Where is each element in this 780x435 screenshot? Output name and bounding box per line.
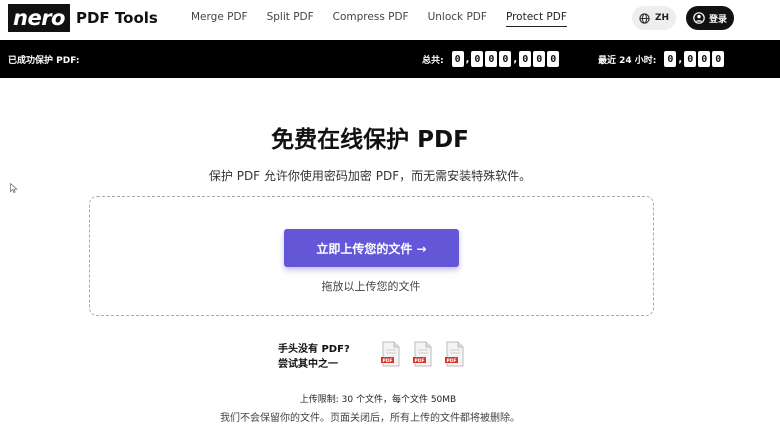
counter-digit: 0	[664, 51, 677, 67]
total-label: 总共:	[422, 55, 444, 66]
nav-split-pdf[interactable]: Split PDF	[267, 11, 314, 27]
sample-files-prompt: 手头没有 PDF? 尝试其中之一	[278, 342, 350, 372]
user-icon	[693, 12, 705, 24]
counter-digit: 0	[519, 51, 532, 67]
privacy-note: 我们不会保留你的文件。页面关闭后，所有上传的文件都将被删除。	[220, 413, 520, 424]
digit-separator: ,	[678, 53, 683, 65]
total-digits: 0,000,000	[451, 51, 562, 67]
login-label: 登录	[708, 14, 727, 25]
counter-digit: 0	[698, 51, 711, 67]
recent-label: 最近 24 小时:	[598, 55, 657, 66]
mouse-cursor-icon	[10, 183, 18, 193]
main-nav: Merge PDF Split PDF Compress PDF Unlock …	[191, 11, 586, 27]
recent-counter: 最近 24 小时: 0,000	[598, 51, 726, 67]
pdf-file-icon: PDF	[381, 341, 400, 367]
upload-files-button[interactable]: 立即上传您的文件 →	[284, 229, 459, 267]
page-title: 免费在线保护 PDF	[271, 127, 469, 153]
pdf-file-icon: PDF	[445, 341, 464, 367]
nav-protect-pdf[interactable]: Protect PDF	[505, 11, 567, 27]
counter-digit: 0	[712, 51, 725, 67]
nav-compress-pdf[interactable]: Compress PDF	[333, 11, 409, 27]
counter-digit: 0	[499, 51, 512, 67]
counter-digit: 0	[485, 51, 498, 67]
page-subtitle: 保护 PDF 允许你使用密码加密 PDF，而无需安装特殊软件。	[208, 169, 532, 183]
pdf-file-icon: PDF	[413, 341, 432, 367]
counter-digit: 0	[471, 51, 484, 67]
total-counter: 总共: 0,000,000	[422, 51, 561, 67]
counter-digit: 0	[684, 51, 697, 67]
nav-unlock-pdf[interactable]: Unlock PDF	[428, 11, 487, 27]
svg-text:PDF: PDF	[414, 358, 424, 364]
nav-merge-pdf[interactable]: Merge PDF	[191, 11, 248, 27]
drop-hint: 拖放以上传您的文件	[321, 280, 421, 293]
logo[interactable]: nero PDF Tools	[8, 4, 158, 32]
upload-limit: 上传限制: 30 个文件，每个文件 50MB	[299, 395, 457, 405]
stats-label: 已成功保护 PDF:	[8, 56, 80, 66]
counter-digit: 0	[547, 51, 560, 67]
language-button[interactable]: ZH	[632, 6, 676, 30]
recent-digits: 0,000	[664, 51, 726, 67]
sample-pdf-1[interactable]: PDF	[380, 341, 402, 367]
sample-line-1: 手头没有 PDF?	[278, 344, 350, 355]
sample-line-2: 尝试其中之一	[278, 359, 338, 370]
app-title: PDF Tools	[75, 9, 158, 27]
svg-text:PDF: PDF	[446, 358, 456, 364]
counter-digit: 0	[533, 51, 546, 67]
sample-files: PDF PDF PDF	[380, 341, 466, 367]
sample-pdf-3[interactable]: PDF	[444, 341, 466, 367]
sample-pdf-2[interactable]: PDF	[412, 341, 434, 367]
nero-logo: nero	[8, 4, 70, 32]
globe-icon	[639, 12, 650, 24]
svg-text:PDF: PDF	[382, 358, 392, 364]
counter-digit: 0	[451, 51, 464, 67]
header: nero PDF Tools Merge PDF Split PDF Compr…	[0, 0, 780, 40]
login-button[interactable]: 登录	[686, 6, 734, 30]
digit-separator: ,	[465, 53, 470, 65]
language-label: ZH	[654, 13, 670, 23]
stats-bar: 已成功保护 PDF: 总共: 0,000,000 最近 24 小时: 0,000	[0, 40, 780, 78]
digit-separator: ,	[513, 53, 518, 65]
